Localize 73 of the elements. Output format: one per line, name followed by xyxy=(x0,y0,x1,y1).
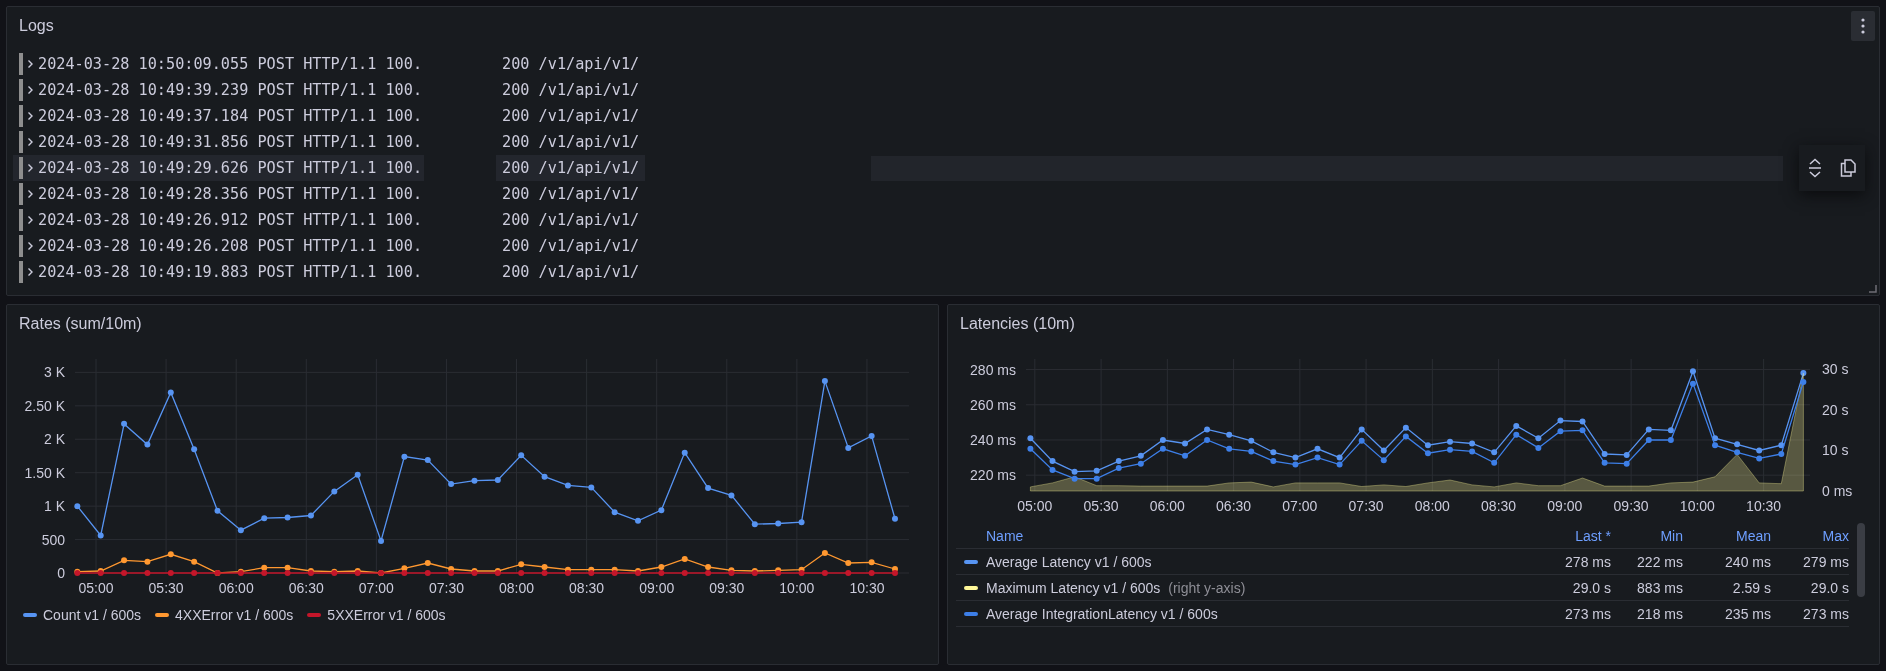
table-cell-text: 278 ms xyxy=(1564,553,1611,570)
axis-label: 05:00 xyxy=(1017,498,1053,514)
axis-label: 08:30 xyxy=(1481,498,1517,514)
panel-title: Rates (sum/10m) xyxy=(18,314,143,334)
table-cell-text: 273 ms xyxy=(1802,605,1849,622)
table-cell-text: 29.0 s xyxy=(1809,579,1849,596)
axis-label: 260 ms xyxy=(970,396,1016,413)
table-cell-text: 279 ms xyxy=(1802,553,1849,570)
log-status-path: 200 /v1/api/v1/ xyxy=(501,54,641,75)
log-status-path: 200 /v1/api/v1/ xyxy=(501,106,641,127)
table-cell-text: 222 ms xyxy=(1636,553,1683,570)
axis-label: 09:30 xyxy=(1613,498,1649,514)
axis-label: 06:30 xyxy=(1216,498,1252,514)
axis-label: 220 ms xyxy=(970,467,1016,484)
axis-label: 2 K xyxy=(44,431,65,448)
log-status-path: 200 /v1/api/v1/ xyxy=(501,184,641,205)
axis-label: 500 xyxy=(41,531,65,548)
axis-label: 280 ms xyxy=(970,361,1016,378)
axis-label: 10 s xyxy=(1822,442,1849,459)
axis-label: 09:00 xyxy=(639,580,675,596)
log-message: 2024-03-28 10:50:09.055 POST HTTP/1.1 100. xyxy=(38,55,423,73)
log-message: 2024-03-28 10:49:39.239 POST HTTP/1.1 100. xyxy=(38,81,423,99)
axis-label: 09:00 xyxy=(1547,498,1583,514)
table-cell-text: 883 ms xyxy=(1636,579,1683,596)
axis-label: 05:00 xyxy=(78,580,114,596)
log-message: 2024-03-28 10:49:19.883 POST HTTP/1.1 100. xyxy=(38,263,423,281)
log-message: 2024-03-28 10:49:37.184 POST HTTP/1.1 100. xyxy=(38,107,423,125)
log-message: 2024-03-28 10:49:26.208 POST HTTP/1.1 100. xyxy=(38,237,423,255)
axis-label: 08:30 xyxy=(569,580,605,596)
axis-label: 3 K xyxy=(44,364,65,381)
axis-label: 1 K xyxy=(44,498,65,515)
table-cell-text: 218 ms xyxy=(1636,605,1683,622)
log-message: 2024-03-28 10:49:29.626 POST HTTP/1.1 100. xyxy=(38,159,423,177)
log-status-path: 200 /v1/api/v1/ xyxy=(496,155,646,181)
axis-label: 06:30 xyxy=(288,580,324,596)
log-status-path: 200 /v1/api/v1/ xyxy=(501,132,641,153)
table-cell-text: 240 ms xyxy=(1724,553,1771,570)
log-status-path: 200 /v1/api/v1/ xyxy=(501,80,641,101)
axis-label: 06:00 xyxy=(218,580,254,596)
log-status-path: 200 /v1/api/v1/ xyxy=(501,210,641,231)
table-cell-text: 29.0 s xyxy=(1571,579,1611,596)
log-status-path: 200 /v1/api/v1/ xyxy=(501,236,641,257)
axis-label: 08:00 xyxy=(499,580,535,596)
panel-title: Logs xyxy=(18,16,55,36)
table-cell-text: 2.59 s xyxy=(1731,579,1771,596)
axis-label: 30 s xyxy=(1822,361,1849,378)
axis-label: 240 ms xyxy=(970,431,1016,448)
axis-label: 08:00 xyxy=(1414,498,1450,514)
axis-label: 0 ms xyxy=(1822,483,1853,499)
axis-label: 06:00 xyxy=(1149,498,1185,514)
axis-label: 07:30 xyxy=(1348,498,1384,514)
axis-label: 07:30 xyxy=(428,580,464,596)
axis-label: 0 xyxy=(57,565,65,581)
axis-label: 09:30 xyxy=(709,580,745,596)
axis-label: 10:30 xyxy=(1746,498,1782,514)
axis-label: 07:00 xyxy=(1282,498,1318,514)
log-message: 2024-03-28 10:49:26.912 POST HTTP/1.1 100. xyxy=(38,211,423,229)
axis-label: 2.50 K xyxy=(24,397,65,414)
axis-label: 20 s xyxy=(1822,401,1849,418)
axis-label: 05:30 xyxy=(148,580,184,596)
axis-label: 10:00 xyxy=(779,580,815,596)
axis-label: 05:30 xyxy=(1083,498,1119,514)
axis-label: 1.50 K xyxy=(24,464,65,481)
log-status-path: 200 /v1/api/v1/ xyxy=(501,262,641,283)
axis-label: 10:00 xyxy=(1679,498,1715,514)
panel-title: Latencies (10m) xyxy=(959,314,1076,334)
log-message: 2024-03-28 10:49:31.856 POST HTTP/1.1 100. xyxy=(38,133,423,151)
axis-label: 10:30 xyxy=(849,580,885,596)
axis-note: (right y-axis) xyxy=(1168,579,1246,596)
axis-label: 07:00 xyxy=(358,580,394,596)
table-cell-text: 273 ms xyxy=(1564,605,1611,622)
table-cell-text: 235 ms xyxy=(1724,605,1771,622)
log-message: 2024-03-28 10:49:28.356 POST HTTP/1.1 100. xyxy=(38,185,423,203)
